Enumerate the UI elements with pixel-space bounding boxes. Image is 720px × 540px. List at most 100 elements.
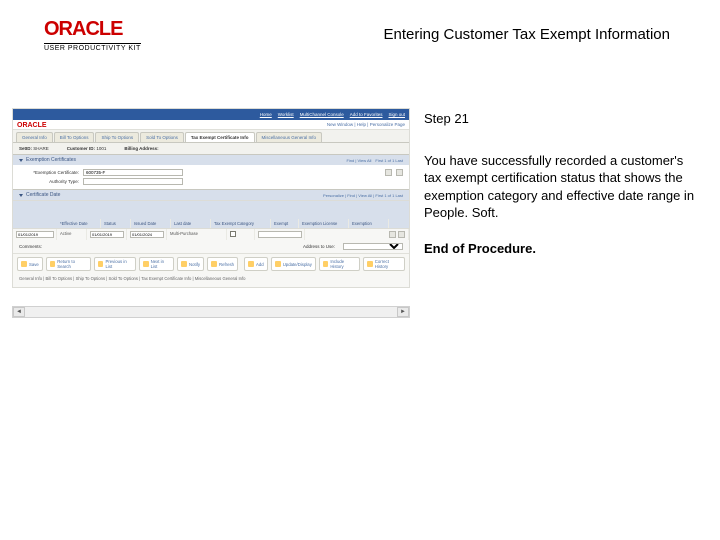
- panel-exemption-cert[interactable]: Exemption Certificates Find | View All F…: [13, 154, 409, 165]
- topbar-link-home[interactable]: Home: [260, 112, 272, 117]
- status-value: Active: [60, 231, 71, 236]
- return-label: Return to Search: [57, 259, 87, 269]
- step-label: Step 21: [424, 110, 702, 128]
- setid-value: SHARE: [33, 146, 49, 151]
- auth-input[interactable]: [83, 178, 183, 185]
- return-search-button[interactable]: Return to Search: [46, 257, 91, 271]
- page-title: Entering Customer Tax Exempt Information: [383, 18, 700, 43]
- refresh-button[interactable]: Refresh: [207, 257, 238, 271]
- scroll-left-button[interactable]: ◄: [13, 307, 25, 317]
- correct-icon: [367, 261, 372, 267]
- panel-find[interactable]: Find | View All: [346, 158, 371, 163]
- ex-cert-input[interactable]: [83, 169, 183, 176]
- prev-icon: [98, 261, 103, 267]
- update-label: Update/Display: [283, 262, 312, 267]
- last-input[interactable]: [130, 231, 164, 238]
- step-body: You have successfully recorded a custome…: [424, 152, 702, 222]
- breadcrumb: General Info | Bill To Options | Ship To…: [13, 274, 409, 283]
- panel-title-text: Exemption Certificates: [26, 157, 76, 163]
- topbar-links: Home Worklist MultiChannel Console Add t…: [260, 112, 405, 117]
- tab-misc[interactable]: Miscellaneous General Info: [256, 132, 323, 142]
- issued-input[interactable]: [90, 231, 124, 238]
- window-help-links[interactable]: New Window | Help | Personalize Page: [327, 122, 409, 127]
- refresh-icon: [211, 261, 217, 267]
- tab-bill-to[interactable]: Bill To Options: [54, 132, 95, 142]
- topbar-link-worklist[interactable]: Worklist: [278, 112, 294, 117]
- save-icon: [21, 261, 27, 267]
- billing-addr-label: Billing Address:: [124, 146, 158, 151]
- collapse-arrow-icon: [19, 159, 23, 162]
- return-icon: [50, 261, 55, 267]
- collapse-arrow-icon: [19, 194, 23, 197]
- panel-cert-date[interactable]: Certificate Date Personalize | Find | Vi…: [13, 189, 409, 200]
- col-eff: *Effective Date: [57, 219, 101, 228]
- row-del-icon[interactable]: [398, 231, 405, 238]
- correct-hist-label: Correct History: [375, 259, 401, 269]
- next-icon: [143, 261, 148, 267]
- add-icon: [248, 261, 254, 267]
- save-label: Save: [29, 262, 39, 267]
- panel2-title-text: Certificate Date: [26, 192, 60, 198]
- tab-ship-to[interactable]: Ship To Options: [95, 132, 139, 142]
- tabs-row: General Info Bill To Options Ship To Opt…: [13, 130, 409, 143]
- notify-icon: [181, 261, 187, 267]
- save-button[interactable]: Save: [17, 257, 43, 271]
- topbar-link-fav[interactable]: Add to Favorites: [350, 112, 383, 117]
- address-select[interactable]: [343, 243, 403, 250]
- info-row: SetID: SHARE Customer ID: 1001 Billing A…: [13, 143, 409, 154]
- col-last: Last date: [171, 219, 211, 228]
- notify-button[interactable]: Notify: [177, 257, 204, 271]
- auth-label: Authority Type:: [19, 179, 79, 184]
- prev-label: Previous in List: [105, 259, 132, 269]
- cat-value: Multi-Purchase: [170, 231, 198, 236]
- product-subtitle: USER PRODUCTIVITY KIT: [44, 43, 141, 52]
- horizontal-scrollbar[interactable]: ◄ ►: [12, 306, 410, 318]
- col-cat: Tax Exempt Category: [211, 219, 271, 228]
- custid-value: 1001: [96, 146, 106, 151]
- tab-tax-exempt[interactable]: Tax Exempt Certificate Info: [185, 132, 255, 142]
- oracle-wordmark: ORACLE: [44, 18, 141, 41]
- update-icon: [275, 261, 281, 267]
- address-label: Address to Use:: [303, 244, 335, 249]
- setid-label: SetID:: [19, 146, 32, 151]
- exempt-checkbox[interactable]: [230, 231, 236, 237]
- next-button[interactable]: Next in List: [139, 257, 174, 271]
- end-of-procedure: End of Procedure.: [424, 240, 702, 258]
- peoplesoft-app-frame: Home Worklist MultiChannel Console Add t…: [12, 108, 410, 288]
- correct-history-button[interactable]: Correct History: [363, 257, 405, 271]
- oracle-logo-small: ORACLE: [13, 120, 51, 129]
- delete-row-icon[interactable]: [396, 169, 403, 176]
- comments-label: Comments:: [19, 244, 42, 249]
- update-display-button[interactable]: Update/Display: [271, 257, 316, 271]
- col-status: Status: [101, 219, 131, 228]
- license-input[interactable]: [258, 231, 302, 238]
- app-topbar: Home Worklist MultiChannel Console Add t…: [13, 109, 409, 120]
- app-screenshot-pane: Home Worklist MultiChannel Console Add t…: [12, 108, 410, 318]
- history-icon: [323, 261, 328, 267]
- prev-button[interactable]: Previous in List: [94, 257, 136, 271]
- add-row-icon[interactable]: [385, 169, 392, 176]
- topbar-link-signout[interactable]: Sign out: [388, 112, 405, 117]
- grid-header: *Effective Date Status Issued Date Last …: [13, 200, 409, 228]
- include-history-button[interactable]: Include History: [319, 257, 360, 271]
- scrollbar-track[interactable]: [25, 307, 397, 317]
- col-exemption: Exemption: [349, 219, 389, 228]
- panel-nav: First 1 of 1 Last: [375, 158, 403, 163]
- brand-logo: ORACLE USER PRODUCTIVITY KIT: [44, 18, 141, 52]
- action-toolbar: Save Return to Search Previous in List N…: [13, 253, 409, 274]
- ex-cert-label: *Exemption Certificate:: [19, 170, 79, 175]
- refresh-label: Refresh: [219, 262, 234, 267]
- tab-sold-to[interactable]: Sold To Options: [140, 132, 184, 142]
- notify-label: Notify: [189, 262, 200, 267]
- col-exempt: Exempt: [271, 219, 299, 228]
- eff-date-input[interactable]: [16, 231, 54, 238]
- tab-general-info[interactable]: General Info: [16, 132, 53, 142]
- add-button[interactable]: Add: [244, 257, 268, 271]
- table-row: Active Multi-Purchase: [13, 228, 409, 240]
- col-license: Exemption License: [299, 219, 349, 228]
- row-add-icon[interactable]: [389, 231, 396, 238]
- include-hist-label: Include History: [330, 259, 356, 269]
- panel2-tools[interactable]: Personalize | Find | View All | First 1 …: [323, 193, 403, 198]
- scroll-right-button[interactable]: ►: [397, 307, 409, 317]
- topbar-link-mc[interactable]: MultiChannel Console: [300, 112, 344, 117]
